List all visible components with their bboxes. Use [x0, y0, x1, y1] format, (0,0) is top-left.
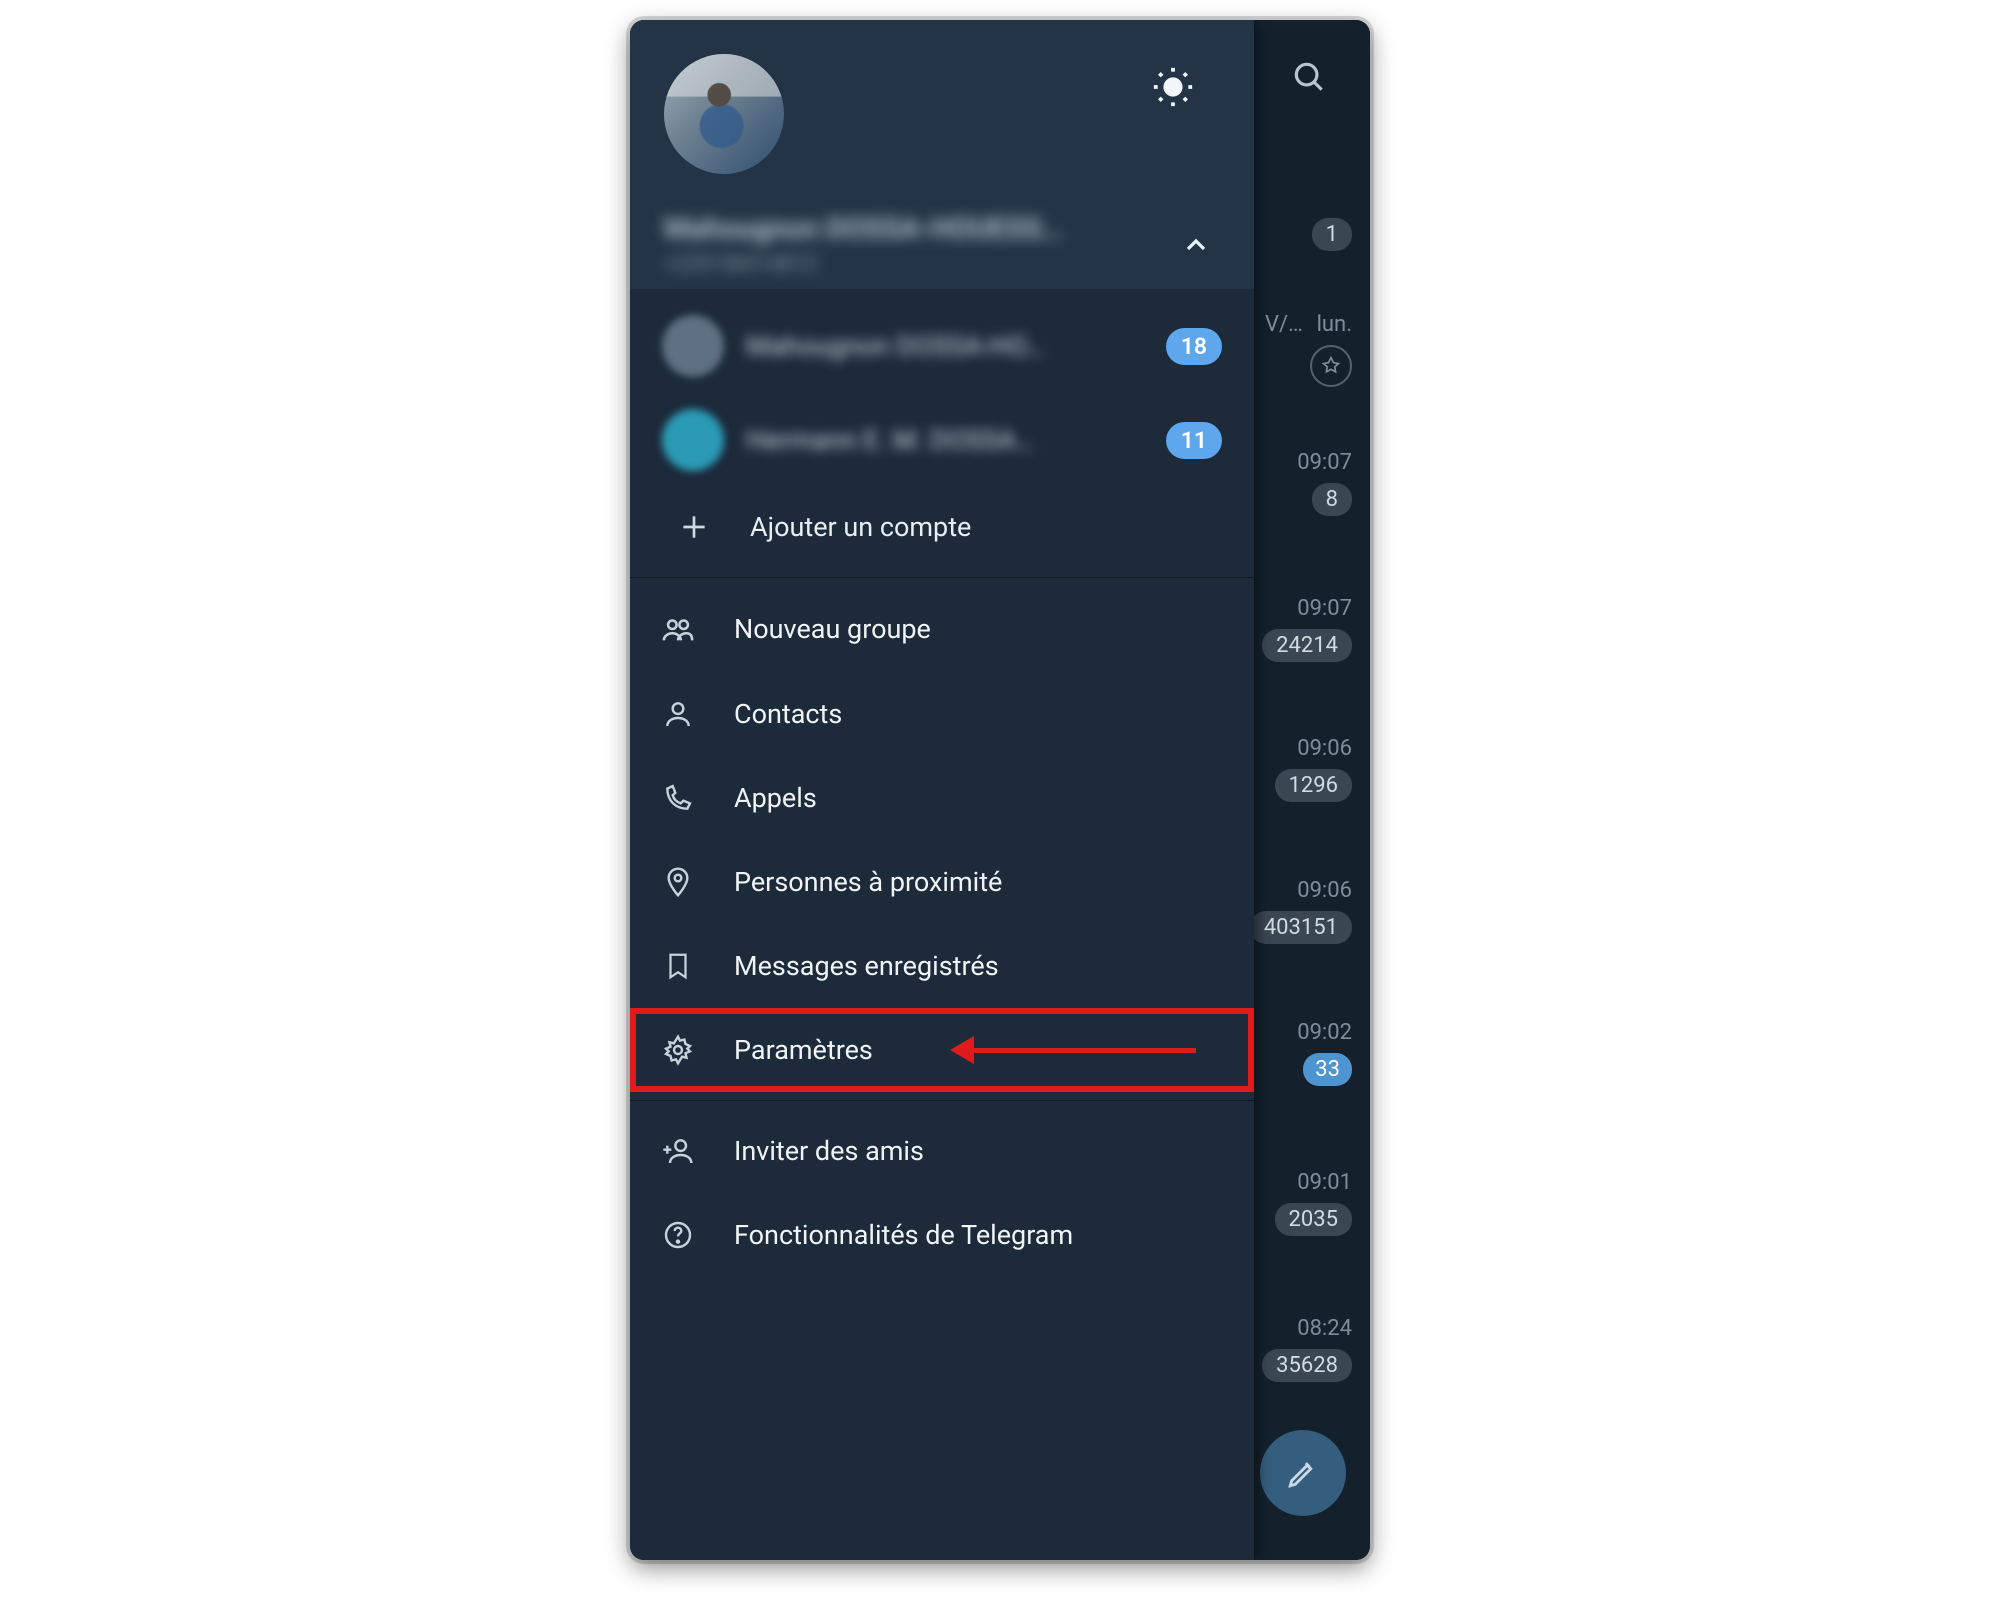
unread-badge: 11 — [1166, 422, 1222, 459]
plus-icon — [678, 511, 718, 543]
menu-label: Inviter des amis — [734, 1135, 924, 1167]
account-name: Mahougnon DOSSA-HO… — [746, 330, 1144, 362]
menu-label: Contacts — [734, 698, 842, 730]
menu-contacts[interactable]: Contacts — [630, 672, 1254, 756]
chat-time: 09:07 — [1262, 596, 1352, 621]
chat-badge: 1 — [1312, 218, 1352, 251]
account-item[interactable]: Hermann E. M. DOSSA… 11 — [652, 393, 1232, 487]
chat-time: 09:06 — [1250, 878, 1352, 903]
pin-icon — [1310, 345, 1352, 387]
menu-label: Fonctionnalités de Telegram — [734, 1219, 1073, 1251]
chat-time: 08:24 — [1262, 1316, 1352, 1341]
chat-trailing: V/… — [1265, 312, 1303, 337]
menu-label: Nouveau groupe — [734, 613, 931, 645]
navigation-drawer: Mahougnon DOSSA-HOUESS… +229 96014812 Ma… — [630, 20, 1254, 1560]
nearby-icon — [656, 866, 700, 898]
menu-people-nearby[interactable]: Personnes à proximité — [630, 840, 1254, 924]
menu-calls[interactable]: Appels — [630, 756, 1254, 840]
invite-icon — [656, 1135, 700, 1167]
chat-day: lun. — [1317, 312, 1352, 337]
phone-frame: 1 V/… lun. 09:07 8 09:07 24214 09:06 129… — [630, 20, 1370, 1560]
menu-label: Messages enregistrés — [734, 950, 999, 982]
menu-telegram-features[interactable]: Fonctionnalités de Telegram — [630, 1193, 1254, 1277]
menu-settings[interactable]: Paramètres — [630, 1008, 1254, 1092]
user-name: Mahougnon DOSSA-HOUESS… — [664, 212, 1063, 246]
chevron-up-icon[interactable] — [1180, 229, 1212, 261]
menu-invite-friends[interactable]: Inviter des amis — [630, 1109, 1254, 1193]
contact-icon — [656, 698, 700, 730]
chat-time: 09:07 — [1297, 450, 1352, 475]
add-account-label: Ajouter un compte — [750, 511, 971, 543]
avatar[interactable] — [664, 54, 784, 174]
account-list: Mahougnon DOSSA-HO… 18 Hermann E. M. DOS… — [630, 289, 1254, 575]
compose-fab[interactable] — [1260, 1430, 1346, 1516]
chat-time: 09:01 — [1275, 1170, 1352, 1195]
chat-badge: 1296 — [1275, 769, 1352, 802]
help-icon — [656, 1219, 700, 1251]
annotation-arrow — [950, 1036, 1196, 1064]
search-icon[interactable] — [1290, 58, 1328, 96]
phone-icon — [656, 782, 700, 814]
account-item[interactable]: Mahougnon DOSSA-HO… 18 — [652, 299, 1232, 393]
divider — [630, 1100, 1254, 1101]
menu-saved-messages[interactable]: Messages enregistrés — [630, 924, 1254, 1008]
menu-label: Paramètres — [734, 1034, 873, 1066]
chat-badge: 2035 — [1275, 1203, 1352, 1236]
add-account-button[interactable]: Ajouter un compte — [652, 487, 1232, 569]
drawer-header: Mahougnon DOSSA-HOUESS… +229 96014812 — [630, 20, 1254, 289]
menu-label: Appels — [734, 782, 817, 814]
chat-badge: 24214 — [1262, 629, 1352, 662]
drawer-menu-secondary: Inviter des amis Fonctionnalités de Tele… — [630, 1103, 1254, 1283]
avatar — [662, 409, 724, 471]
gear-icon — [656, 1034, 700, 1066]
divider — [630, 577, 1254, 578]
chat-badge: 33 — [1303, 1053, 1352, 1086]
unread-badge: 18 — [1166, 328, 1222, 365]
user-phone: +229 96014812 — [664, 252, 1063, 277]
chat-time: 09:02 — [1297, 1020, 1352, 1045]
menu-new-group[interactable]: Nouveau groupe — [630, 586, 1254, 672]
chat-badge: 403151 — [1250, 911, 1352, 944]
group-icon — [656, 612, 700, 646]
chat-badge: 35628 — [1262, 1349, 1352, 1382]
account-name: Hermann E. M. DOSSA… — [746, 424, 1144, 456]
theme-toggle-icon[interactable] — [1150, 64, 1196, 110]
chat-badge: 8 — [1312, 483, 1352, 516]
avatar — [662, 315, 724, 377]
chat-time: 09:06 — [1275, 736, 1352, 761]
menu-label: Personnes à proximité — [734, 866, 1002, 898]
drawer-menu: Nouveau groupe Contacts Appels Personnes… — [630, 580, 1254, 1098]
bookmark-icon — [656, 951, 700, 981]
